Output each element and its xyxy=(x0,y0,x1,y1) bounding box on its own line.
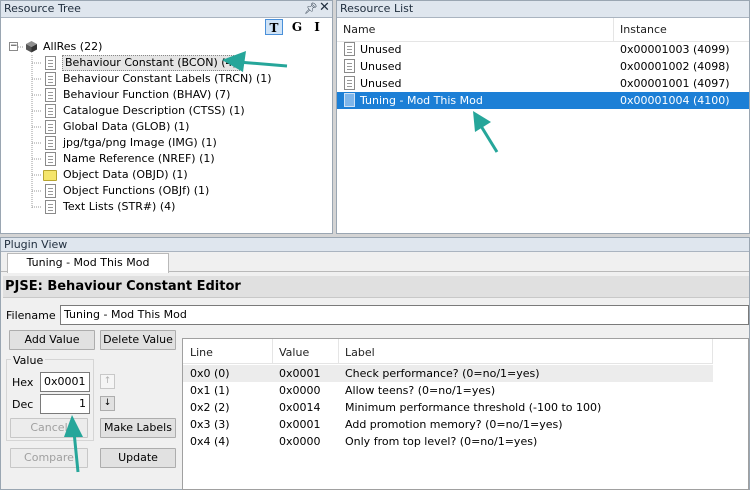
arrow-to-dec-field xyxy=(72,431,80,473)
annotation-arrows xyxy=(64,51,499,473)
arrow-to-selected-resource xyxy=(479,125,499,153)
arrowhead-dec-field xyxy=(64,415,83,437)
arrow-to-bcon xyxy=(237,60,288,68)
arrowhead-bcon xyxy=(222,51,246,72)
